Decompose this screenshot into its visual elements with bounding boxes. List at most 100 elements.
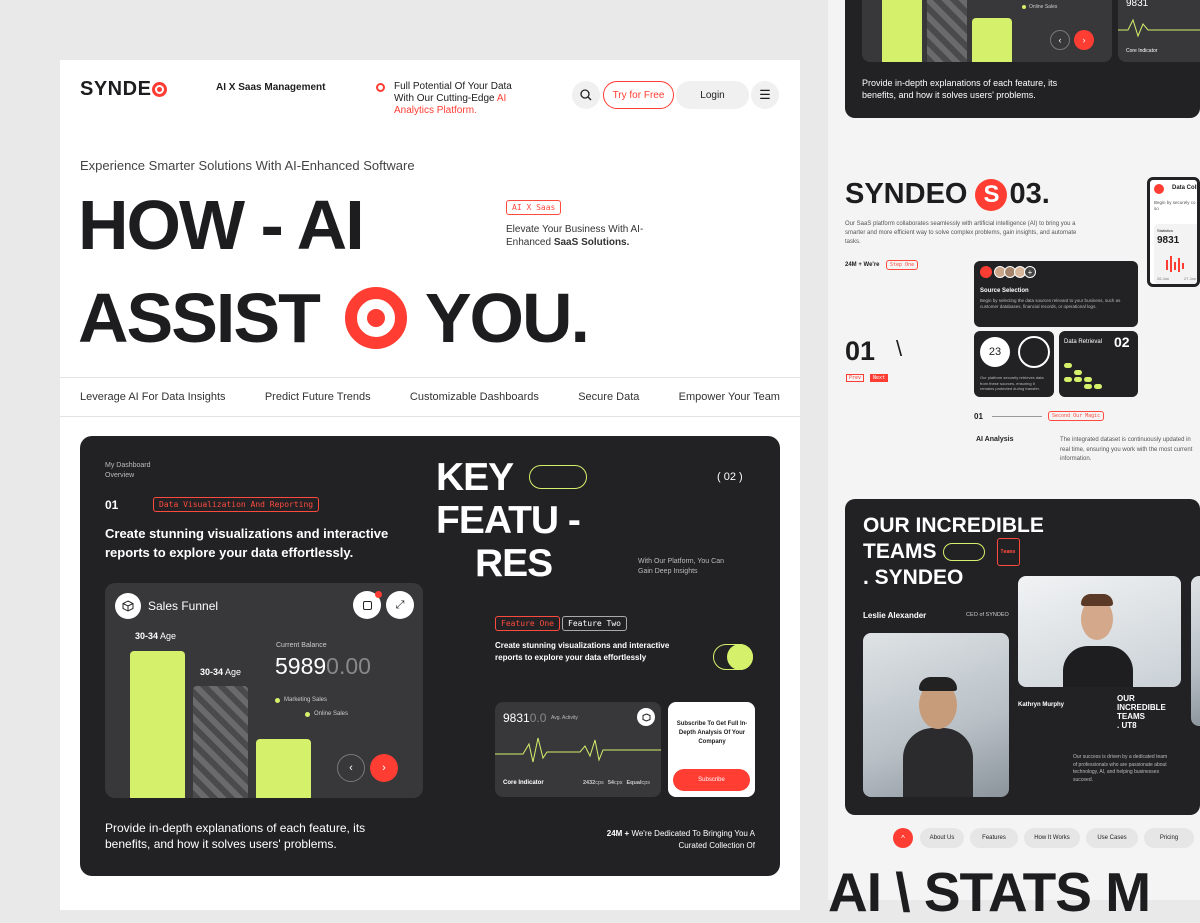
step-one-tag: Step One bbox=[886, 260, 919, 270]
statistics-label: Statistics bbox=[1157, 228, 1174, 233]
preview-top-text: Provide in-depth explanations of each fe… bbox=[862, 78, 1058, 100]
prev-tag[interactable]: Prev bbox=[846, 374, 865, 382]
cube-icon bbox=[637, 708, 655, 726]
person-name: Kathryn Murphy bbox=[1018, 702, 1065, 708]
main-page: SYNDE AI X Saas Management Full Potentia… bbox=[60, 60, 800, 910]
try-free-button[interactable]: Try for Free bbox=[603, 81, 674, 109]
nav-item-dashboards[interactable]: Customizable Dashboards bbox=[410, 391, 539, 403]
toggle-switch[interactable] bbox=[713, 644, 753, 670]
mini-teams-title: OUR INCREDIBLE TEAMS . UT8 bbox=[1117, 694, 1166, 730]
prev-button[interactable]: ‹ bbox=[337, 754, 365, 782]
ring-shape bbox=[1018, 336, 1050, 368]
photo-body bbox=[1063, 646, 1133, 687]
age-unit: Age bbox=[160, 631, 177, 641]
sales-funnel-widget: Sales Funnel ⤢ 30-34 Age 30-34 Age Curre… bbox=[105, 583, 423, 798]
statistics-panel: Statistics 9831 26 Jan 27 Jan bbox=[1154, 224, 1197, 284]
bar-marketing bbox=[882, 0, 922, 62]
teams-line: OUR INCREDIBLE bbox=[863, 514, 1044, 537]
feature-text: Create stunning visualizations and inter… bbox=[495, 641, 670, 662]
next-tag[interactable]: Next bbox=[870, 374, 889, 382]
date-2: 27 Jan bbox=[1184, 276, 1197, 281]
subscribe-card: Subscribe To Get Full In-Depth Analysis … bbox=[668, 702, 755, 797]
add-avatar-icon[interactable]: + bbox=[1024, 266, 1036, 278]
right-preview: Online Sales ‹ › 9831 Core Indicator Pro… bbox=[828, 0, 1200, 922]
person-role: CEO of SYNDEO bbox=[966, 612, 1009, 618]
desc-text: Elevate Your Business With AI- bbox=[506, 224, 644, 235]
feature-two-tag[interactable]: Feature Two bbox=[562, 616, 627, 631]
target-icon bbox=[344, 287, 407, 349]
chevron-left-icon: ‹ bbox=[1058, 35, 1062, 45]
bar-online bbox=[972, 18, 1012, 62]
menu-icon: ☰ bbox=[759, 87, 771, 102]
subscribe-text: Subscribe To Get Full In-Depth Analysis … bbox=[676, 721, 748, 745]
activity-sparkline bbox=[1118, 18, 1200, 38]
activity-value: 98310.0 bbox=[503, 711, 546, 725]
footer-nav-usecases[interactable]: Use Cases bbox=[1086, 828, 1138, 848]
footer-nav-about[interactable]: About Us bbox=[920, 828, 964, 848]
login-button[interactable]: Login bbox=[676, 81, 749, 109]
hero-description: Elevate Your Business With AI- Enhanced … bbox=[506, 223, 646, 249]
scroll-top-button[interactable]: ^ bbox=[893, 828, 913, 848]
hero-word: YOU. bbox=[424, 279, 590, 357]
date-1: 26 Jan bbox=[1157, 276, 1170, 281]
s03-number: 03. bbox=[1009, 178, 1050, 210]
metric: 54cps bbox=[608, 780, 623, 786]
mini-line: INCREDIBLE bbox=[1117, 703, 1166, 712]
desc-text: Enhanced bbox=[506, 237, 552, 248]
teams-title: OUR INCREDIBLE TEAMS Teams . SYNDEO bbox=[863, 514, 1044, 590]
data-collection-card: Data Coll Begin by securely co data from… bbox=[1147, 177, 1200, 287]
legend-text: Online Sales bbox=[314, 711, 349, 717]
footer-nav-pricing[interactable]: Pricing bbox=[1144, 828, 1194, 848]
source-selection-card: + Source Selection Begin by selecting th… bbox=[974, 261, 1138, 327]
metric-unit: cps bbox=[641, 780, 651, 786]
footer-nav-features[interactable]: Features bbox=[970, 828, 1018, 848]
third-photo bbox=[1191, 576, 1200, 726]
retrieval-dots bbox=[1064, 363, 1102, 389]
promo-line: Full Potential Of Your Data bbox=[394, 81, 512, 92]
kathryn-photo bbox=[1018, 576, 1181, 687]
divider-line bbox=[992, 416, 1042, 417]
activity-card: 98310.0 Avg. Activity Core Indicator 243… bbox=[495, 702, 661, 797]
step-tag: Data Visualization And Reporting bbox=[153, 497, 320, 512]
balance-dim: 0.00 bbox=[326, 653, 371, 679]
next-button[interactable]: › bbox=[1074, 30, 1094, 50]
metric: Equalcps bbox=[627, 780, 651, 786]
footer-nav-how[interactable]: How It Works bbox=[1024, 828, 1080, 848]
mini-line: TEAMS bbox=[1117, 712, 1145, 721]
note-button[interactable] bbox=[353, 591, 382, 619]
prev-button[interactable]: ‹ bbox=[1050, 30, 1070, 50]
bar-online bbox=[256, 739, 311, 798]
legend-marketing: Marketing Sales bbox=[275, 697, 327, 703]
statistics-bars bbox=[1166, 256, 1184, 272]
avatar-group: + bbox=[994, 266, 1036, 278]
menu-button[interactable]: ☰ bbox=[751, 81, 779, 109]
promo-line: With Our Cutting-Edge bbox=[394, 93, 495, 104]
nav-item-predict[interactable]: Predict Future Trends bbox=[265, 391, 371, 403]
metric-unit: cps bbox=[613, 780, 623, 786]
hero-line1: HOW - AI bbox=[78, 186, 365, 264]
logo[interactable]: SYNDE bbox=[80, 78, 168, 101]
activity-dim: 0.0 bbox=[529, 711, 547, 725]
nav-item-team[interactable]: Empower Your Team bbox=[679, 391, 780, 403]
metric-value: 2432 bbox=[583, 780, 596, 786]
next-button[interactable]: › bbox=[370, 754, 398, 782]
breadcrumb: My Dashboard Overview bbox=[105, 461, 151, 481]
nav-item-secure[interactable]: Secure Data bbox=[578, 391, 639, 403]
dashboard-bottom-text: Provide in-depth explanations of each fe… bbox=[105, 821, 366, 851]
nav-item-leverage[interactable]: Leverage AI For Data Insights bbox=[80, 391, 226, 403]
feature-one-tag[interactable]: Feature One bbox=[495, 616, 560, 631]
source-title: Source Selection bbox=[980, 288, 1029, 294]
notification-dot bbox=[375, 591, 382, 598]
breadcrumb-item[interactable]: My Dashboard bbox=[105, 461, 151, 471]
breadcrumb-item[interactable]: Overview bbox=[105, 471, 151, 481]
teams-line: TEAMS bbox=[863, 540, 937, 563]
s03-stat: 24M + We're bbox=[845, 262, 880, 268]
activity-main: 9831 bbox=[503, 711, 530, 725]
platform-line: With Our Platform, You Can bbox=[638, 558, 724, 565]
bar-marketing bbox=[130, 651, 185, 798]
legend-online: Online Sales bbox=[1022, 4, 1057, 10]
expand-button[interactable]: ⤢ bbox=[386, 591, 414, 619]
subscribe-button[interactable]: Subscribe bbox=[673, 769, 750, 791]
expand-icon: ⤢ bbox=[395, 598, 405, 611]
search-button[interactable] bbox=[572, 81, 600, 109]
